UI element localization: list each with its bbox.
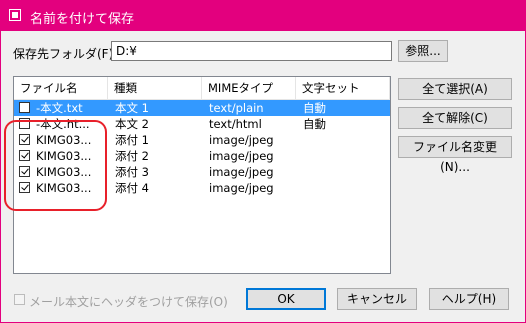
rename-file-button[interactable]: ファイル名変更(N)... [398, 136, 512, 174]
charset-cell [303, 164, 390, 180]
charset-cell: 自動 [303, 101, 326, 115]
charset-cell [303, 132, 390, 148]
mime-cell: image/jpeg [209, 133, 274, 147]
save-with-header-checkbox[interactable] [14, 294, 25, 305]
row-checkbox[interactable] [19, 102, 30, 113]
column-header-filename[interactable]: ファイル名 [14, 77, 108, 99]
column-header-kind[interactable]: 種類 [108, 77, 202, 99]
app-icon [9, 9, 21, 21]
help-button[interactable]: ヘルプ(H) [429, 288, 509, 310]
column-header-charset[interactable]: 文字セット [296, 77, 390, 99]
column-header-mime[interactable]: MIMEタイプ [202, 77, 296, 99]
highlight-annotation [4, 120, 107, 211]
table-row[interactable]: -本文.txt 本文 1 text/plain 自動 [14, 100, 390, 116]
mime-cell: image/jpeg [209, 181, 274, 195]
save-as-dialog: 名前を付けて保存 保存先フォルダ(F) D:¥ 参照... ファイル名 種類 M… [0, 0, 526, 323]
kind-cell: 添付 2 [115, 149, 149, 163]
browse-button[interactable]: 参照... [398, 40, 448, 62]
mime-cell: text/html [209, 117, 262, 131]
dialog-title: 名前を付けて保存 [30, 12, 135, 27]
kind-cell: 本文 2 [115, 117, 149, 131]
filename-cell: -本文.txt [36, 101, 83, 115]
list-header: ファイル名 種類 MIMEタイプ 文字セット [14, 77, 390, 100]
kind-cell: 添付 3 [115, 165, 149, 179]
mime-cell: text/plain [209, 101, 264, 115]
charset-cell [303, 180, 390, 196]
kind-cell: 添付 1 [115, 133, 149, 147]
kind-cell: 本文 1 [115, 101, 149, 115]
charset-cell [303, 148, 390, 164]
deselect-all-button[interactable]: 全て解除(C) [398, 107, 512, 129]
kind-cell: 添付 4 [115, 181, 149, 195]
mime-cell: image/jpeg [209, 149, 274, 163]
mime-cell: image/jpeg [209, 165, 274, 179]
cancel-button[interactable]: キャンセル [337, 288, 417, 310]
save-with-header-label: メール本文にヘッダをつけて保存(O) [29, 295, 228, 309]
select-all-button[interactable]: 全て選択(A) [398, 78, 512, 100]
ok-button[interactable]: OK [246, 288, 326, 310]
charset-cell: 自動 [303, 117, 326, 131]
folder-label: 保存先フォルダ(F) [13, 47, 114, 61]
title-bar[interactable]: 名前を付けて保存 [1, 1, 525, 31]
folder-path-field[interactable]: D:¥ [111, 41, 392, 61]
